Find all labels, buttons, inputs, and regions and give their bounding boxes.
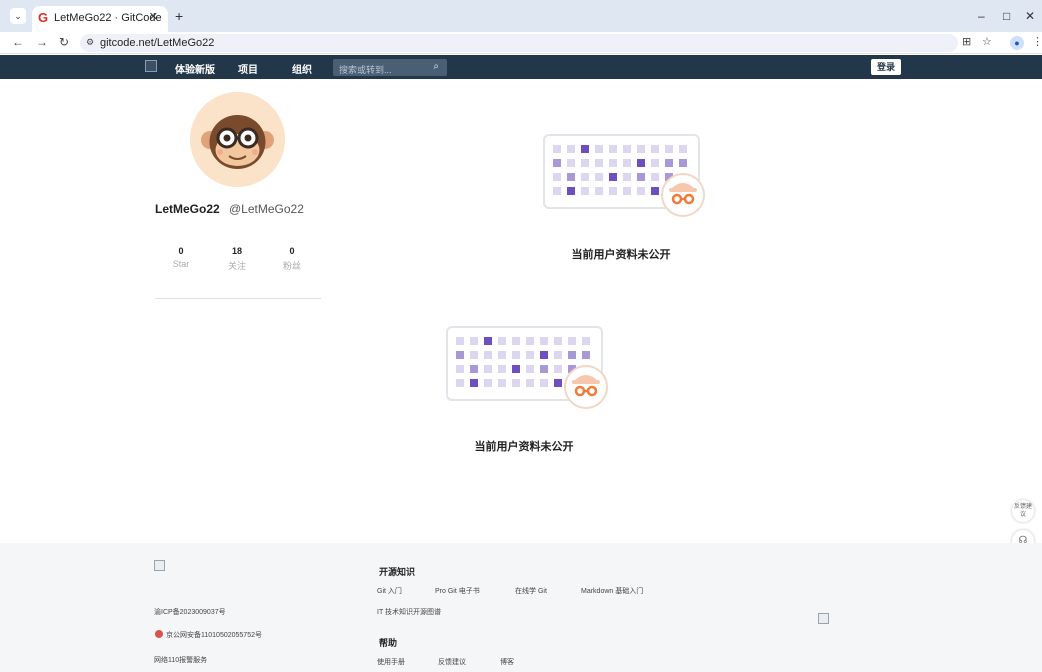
- police-badge-icon: [155, 630, 163, 638]
- reload-icon[interactable]: ↻: [59, 35, 69, 49]
- address-bar[interactable]: ⚙ gitcode.net/LetMeGo22: [80, 34, 958, 52]
- private-profile-illustration: [543, 133, 708, 218]
- profile-handle: @LetMeGo22: [229, 202, 304, 216]
- icp-record[interactable]: 渝ICP备2023009037号: [154, 607, 226, 617]
- close-window-icon[interactable]: ✕: [1025, 10, 1035, 22]
- more-menu-icon[interactable]: ⋮: [1032, 36, 1042, 48]
- footer-logo-broken-image-icon: [154, 560, 165, 571]
- link-blog[interactable]: 博客: [500, 657, 514, 667]
- profile-avatar-icon[interactable]: ●: [1010, 36, 1024, 50]
- police-record[interactable]: 京公网安备11010502055752号: [166, 630, 262, 640]
- site-footer: 渝ICP备2023009037号 京公网安备11010502055752号 网络…: [0, 543, 1042, 672]
- link-it-knowledge-graph[interactable]: IT 技术知识开源图谱: [377, 607, 441, 617]
- tab-close-icon[interactable]: ✕: [149, 10, 158, 23]
- qrcode-broken-image-icon: [818, 613, 829, 624]
- link-git-intro[interactable]: Git 入门: [377, 586, 402, 596]
- followers-label[interactable]: 粉丝: [272, 259, 312, 272]
- link-user-manual[interactable]: 使用手册: [377, 657, 405, 667]
- login-button[interactable]: 登录: [871, 59, 901, 75]
- nav-new-version[interactable]: 体验新版: [175, 61, 215, 76]
- minimize-icon[interactable]: –: [978, 10, 985, 22]
- browser-tab-strip: ⌄ G LetMeGo22 · GitCode ✕ + – □ ✕: [0, 0, 1042, 32]
- private-notice-1: 当前用户资料未公开: [571, 249, 671, 261]
- link-markdown-basics[interactable]: Markdown 基础入门: [581, 586, 643, 596]
- link-learn-git-online[interactable]: 在线学 Git: [515, 586, 547, 596]
- nav-projects[interactable]: 项目: [238, 61, 258, 76]
- search-input[interactable]: 搜索或转到... ⌕: [333, 59, 447, 76]
- maximize-icon[interactable]: □: [1003, 10, 1010, 22]
- translate-icon[interactable]: ⊞: [962, 36, 971, 48]
- private-notice-2: 当前用户资料未公开: [474, 441, 574, 453]
- tab-title: LetMeGo22 · GitCode: [54, 12, 162, 24]
- report-service[interactable]: 网络110报警服务: [154, 655, 207, 665]
- gitcode-logo-broken-image-icon[interactable]: [145, 60, 157, 72]
- star-count[interactable]: 0: [161, 246, 201, 256]
- nav-orgs[interactable]: 组织: [292, 61, 312, 76]
- search-icon[interactable]: ⌕: [433, 61, 439, 72]
- star-label[interactable]: Star: [161, 259, 201, 269]
- monkey-avatar-icon: [190, 92, 285, 187]
- following-count[interactable]: 18: [217, 246, 257, 256]
- tab-search-chevron-down-icon[interactable]: ⌄: [10, 8, 26, 24]
- link-pro-git-ebook[interactable]: Pro Git 电子书: [435, 586, 480, 596]
- new-tab-plus-icon[interactable]: +: [175, 9, 183, 23]
- user-avatar: [190, 92, 285, 187]
- bookmark-star-icon[interactable]: ☆: [982, 36, 992, 48]
- feedback-float-button[interactable]: 反馈建议: [1012, 500, 1034, 522]
- section-help-title: 帮助: [379, 638, 398, 648]
- back-arrow-icon[interactable]: ←: [12, 35, 24, 49]
- profile-divider: [155, 298, 321, 299]
- browser-toolbar: ← → ↻ ⚙ gitcode.net/LetMeGo22 ⊞ ☆ ● ⋮: [0, 32, 1042, 54]
- profile-username: LetMeGo22: [155, 202, 220, 216]
- private-activity-illustration: [446, 325, 611, 410]
- following-label[interactable]: 关注: [217, 259, 257, 272]
- site-info-icon[interactable]: ⚙: [86, 37, 94, 48]
- forward-arrow-icon[interactable]: →: [36, 35, 48, 49]
- followers-count[interactable]: 0: [272, 246, 312, 256]
- link-feedback[interactable]: 反馈建议: [438, 657, 466, 667]
- section-open-source-title: 开源知识: [379, 567, 416, 577]
- site-header: 体验新版 项目 组织 搜索或转到... ⌕ 登录: [0, 55, 1042, 79]
- search-placeholder: 搜索或转到...: [339, 65, 392, 75]
- url-text: gitcode.net/LetMeGo22: [100, 37, 215, 49]
- browser-tab[interactable]: G LetMeGo22 · GitCode ✕: [32, 6, 168, 32]
- gitcode-favicon-icon: G: [38, 10, 49, 25]
